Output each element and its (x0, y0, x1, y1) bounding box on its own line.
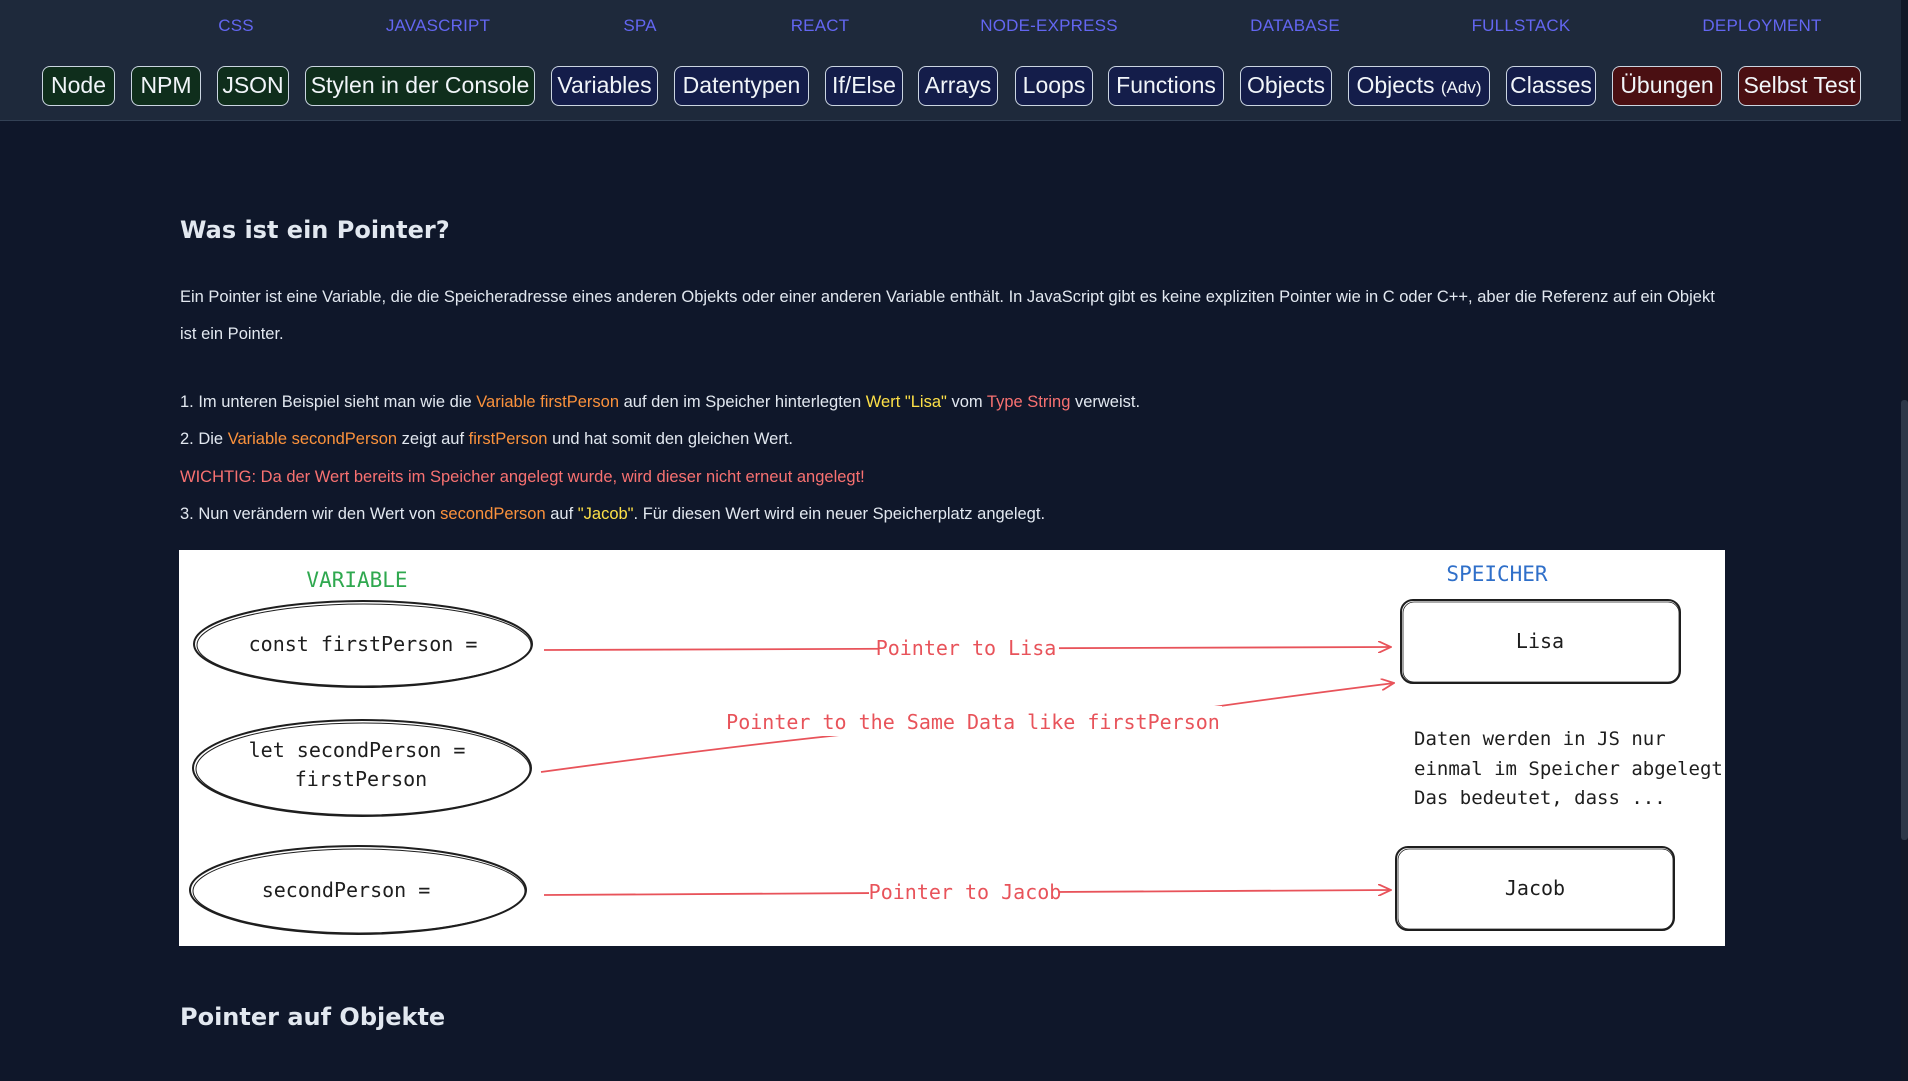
section-heading-pointer: Was ist ein Pointer? (180, 216, 450, 244)
memory-note-line2: einmal im Speicher abgelegt. (1414, 758, 1725, 780)
variable-1-label: const firstPerson = (249, 632, 478, 656)
nav-fullstack[interactable]: FULLSTACK (1472, 16, 1571, 36)
pill-json[interactable]: JSON (217, 66, 289, 106)
step-1-a: 1. Im unteren Beispiel sieht man wie die (180, 393, 477, 411)
topic-pill-bar: Node NPM JSON Stylen in der Console Vari… (0, 66, 1901, 106)
step-1-e: vom (946, 393, 987, 411)
step-2-text: 2. Die Variable secondPerson zeigt auf f… (180, 430, 793, 449)
pointer-diagram-svg: VARIABLE SPEICHER const firstPerson = le… (189, 562, 1725, 935)
pill-if-else[interactable]: If/Else (825, 66, 903, 106)
pill-loops[interactable]: Loops (1015, 66, 1093, 106)
nav-spa[interactable]: SPA (623, 16, 656, 36)
pill-npm[interactable]: NPM (131, 66, 201, 106)
memory-note-line3: Das bedeutet, dass ... (1414, 787, 1666, 809)
nav-database[interactable]: DATABASE (1250, 16, 1340, 36)
pill-selbst-test[interactable]: Selbst Test (1738, 66, 1861, 106)
step-2-b: Variable secondPerson (227, 430, 398, 448)
memory-value-jacob: Jacob (1505, 876, 1565, 900)
variable-3-label: secondPerson = (262, 878, 431, 902)
step-2-e: und hat somit den gleichen Wert. (547, 430, 793, 448)
pill-arrays[interactable]: Arrays (918, 66, 998, 106)
warning-text: WICHTIG: Da der Wert bereits im Speicher… (180, 468, 865, 486)
step-1-d: Wert "Lisa" (865, 393, 947, 411)
nav-css[interactable]: CSS (218, 16, 254, 36)
section-heading-pointer-objects: Pointer auf Objekte (180, 1003, 446, 1031)
step-1-text: 1. Im unteren Beispiel sieht man wie die… (180, 393, 1140, 412)
arrow-3-label: Pointer to Jacob (869, 880, 1062, 904)
pill-node[interactable]: Node (42, 66, 115, 106)
nav-javascript[interactable]: JAVASCRIPT (386, 16, 490, 36)
arrow-2-label: Pointer to the Same Data like firstPerso… (726, 710, 1220, 734)
step-1-c: auf den im Speicher hinterlegten (619, 393, 866, 411)
nav-node-express[interactable]: NODE-EXPRESS (980, 16, 1118, 36)
nav-deployment[interactable]: DEPLOYMENT (1702, 16, 1821, 36)
variable-2-label-line1: let secondPerson = (249, 738, 466, 762)
step-2-c: zeigt auf (397, 430, 469, 448)
pill-objects-adv-label: Objects (1356, 72, 1435, 98)
pill-objects-adv-suffix: (Adv) (1440, 78, 1482, 97)
pointer-diagram: VARIABLE SPEICHER const firstPerson = le… (179, 550, 1725, 946)
step-3-a: 3. Nun verändern wir den Wert von (180, 505, 441, 523)
arrow-1-label: Pointer to Lisa (876, 636, 1057, 660)
pill-classes[interactable]: Classes (1506, 66, 1596, 106)
pill-functions[interactable]: Functions (1108, 66, 1224, 106)
step-3-b: secondPerson (440, 505, 546, 523)
header-bar: CSS JAVASCRIPT SPA REACT NODE-EXPRESS DA… (0, 0, 1901, 121)
step-3-e: . Für diesen Wert wird ein neuer Speiche… (633, 505, 1046, 523)
step-3-d: "Jacob" (577, 505, 634, 523)
step-1-b: Variable firstPerson (476, 393, 620, 411)
memory-header: SPEICHER (1446, 562, 1548, 586)
variable-2-label-line2: firstPerson (295, 767, 427, 791)
pill-datentypen[interactable]: Datentypen (674, 66, 809, 106)
nav-react[interactable]: REACT (791, 16, 850, 36)
memory-note-line1: Daten werden in JS nur (1414, 728, 1666, 750)
step-3-c: auf (545, 505, 578, 523)
step-3-text: 3. Nun verändern wir den Wert von second… (180, 505, 1045, 524)
scrollbar-thumb[interactable] (1901, 400, 1908, 840)
variable-header: VARIABLE (306, 568, 407, 592)
step-2-d: firstPerson (468, 430, 548, 448)
top-navigation: CSS JAVASCRIPT SPA REACT NODE-EXPRESS DA… (0, 0, 1901, 52)
step-1-g: verweist. (1070, 393, 1141, 411)
step-2-a: 2. Die (180, 430, 228, 448)
memory-value-lisa: Lisa (1516, 629, 1564, 653)
intro-paragraph: Ein Pointer ist eine Variable, die die S… (180, 288, 1715, 343)
step-1-f: Type String (986, 393, 1071, 411)
pill-objects[interactable]: Objects (1240, 66, 1332, 106)
pill-variables[interactable]: Variables (551, 66, 658, 106)
pill-stylen-console[interactable]: Stylen in der Console (305, 66, 535, 106)
pill-uebungen[interactable]: Übungen (1612, 66, 1722, 106)
pill-objects-adv[interactable]: Objects (Adv) (1348, 66, 1490, 106)
